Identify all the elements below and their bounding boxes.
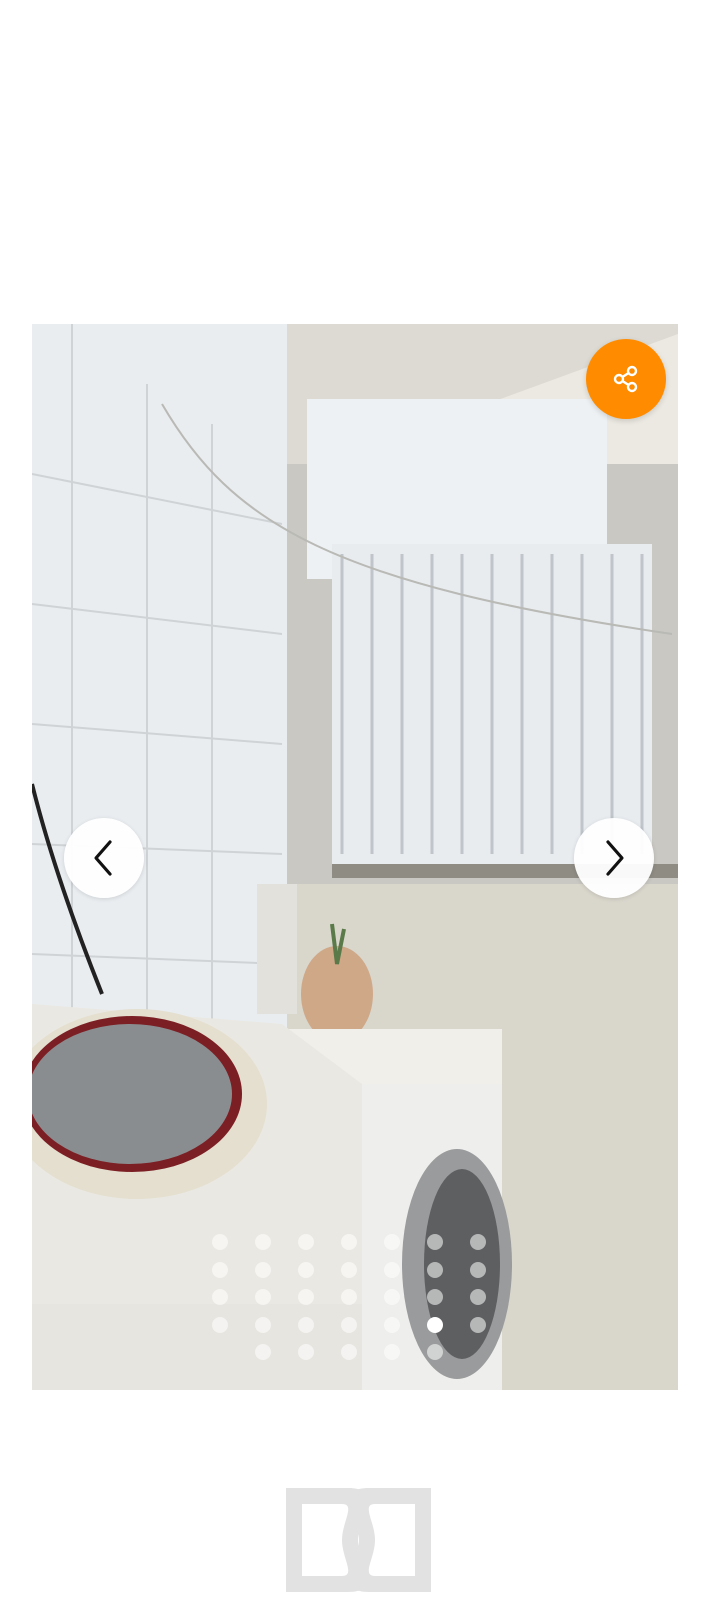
- share-icon: [613, 365, 638, 393]
- share-button[interactable]: [586, 339, 666, 419]
- pagination-dot[interactable]: [298, 1289, 314, 1305]
- pagination-dot[interactable]: [255, 1289, 271, 1305]
- pagination-dot[interactable]: [212, 1289, 228, 1305]
- pagination-dot[interactable]: [470, 1261, 486, 1278]
- pagination-dot[interactable]: [212, 1234, 228, 1250]
- pagination-dot[interactable]: [427, 1261, 443, 1278]
- pagination-dot[interactable]: [427, 1289, 443, 1305]
- pagination-dot[interactable]: [212, 1261, 228, 1278]
- image-pagination-dots: [212, 1234, 512, 1394]
- pagination-dot[interactable]: [298, 1344, 314, 1360]
- previous-image-button[interactable]: [64, 818, 144, 898]
- pagination-dot[interactable]: [212, 1316, 228, 1333]
- pagination-dot[interactable]: [427, 1344, 443, 1360]
- pagination-dot[interactable]: [384, 1316, 400, 1333]
- chevron-right-icon: [606, 840, 624, 876]
- pagination-dot[interactable]: [341, 1234, 357, 1250]
- pagination-dot[interactable]: [341, 1344, 357, 1360]
- pagination-dot[interactable]: [384, 1344, 400, 1360]
- chevron-left-icon: [94, 840, 112, 876]
- pagination-dot[interactable]: [384, 1289, 400, 1305]
- pagination-dot[interactable]: [255, 1261, 271, 1278]
- pagination-dot[interactable]: [470, 1289, 486, 1305]
- pagination-dot[interactable]: [341, 1289, 357, 1305]
- pagination-dot[interactable]: [298, 1316, 314, 1333]
- pagination-dot[interactable]: [255, 1234, 271, 1250]
- pagination-dot[interactable]: [470, 1234, 486, 1250]
- pagination-dot[interactable]: [427, 1316, 443, 1333]
- dc-logo-icon: [286, 1488, 431, 1592]
- pagination-dot[interactable]: [470, 1316, 486, 1333]
- pagination-dot[interactable]: [255, 1344, 271, 1360]
- pagination-dot[interactable]: [341, 1261, 357, 1278]
- next-image-button[interactable]: [574, 818, 654, 898]
- pagination-dot[interactable]: [384, 1234, 400, 1250]
- pagination-dot[interactable]: [427, 1234, 443, 1250]
- pagination-dot[interactable]: [384, 1261, 400, 1278]
- pagination-dot[interactable]: [255, 1316, 271, 1333]
- pagination-dot[interactable]: [298, 1261, 314, 1278]
- pagination-dot[interactable]: [341, 1316, 357, 1333]
- pagination-dot[interactable]: [298, 1234, 314, 1250]
